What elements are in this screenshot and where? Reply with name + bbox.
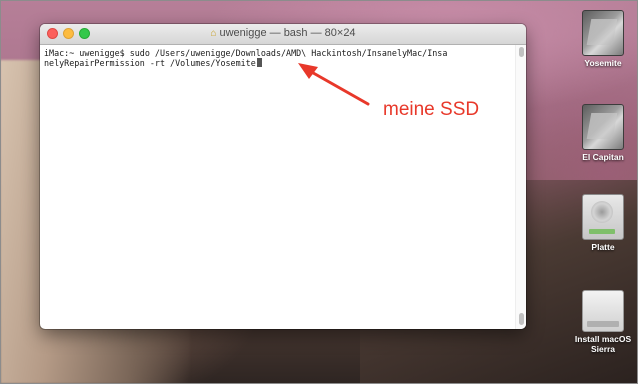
screenshot-frame — [0, 0, 638, 384]
